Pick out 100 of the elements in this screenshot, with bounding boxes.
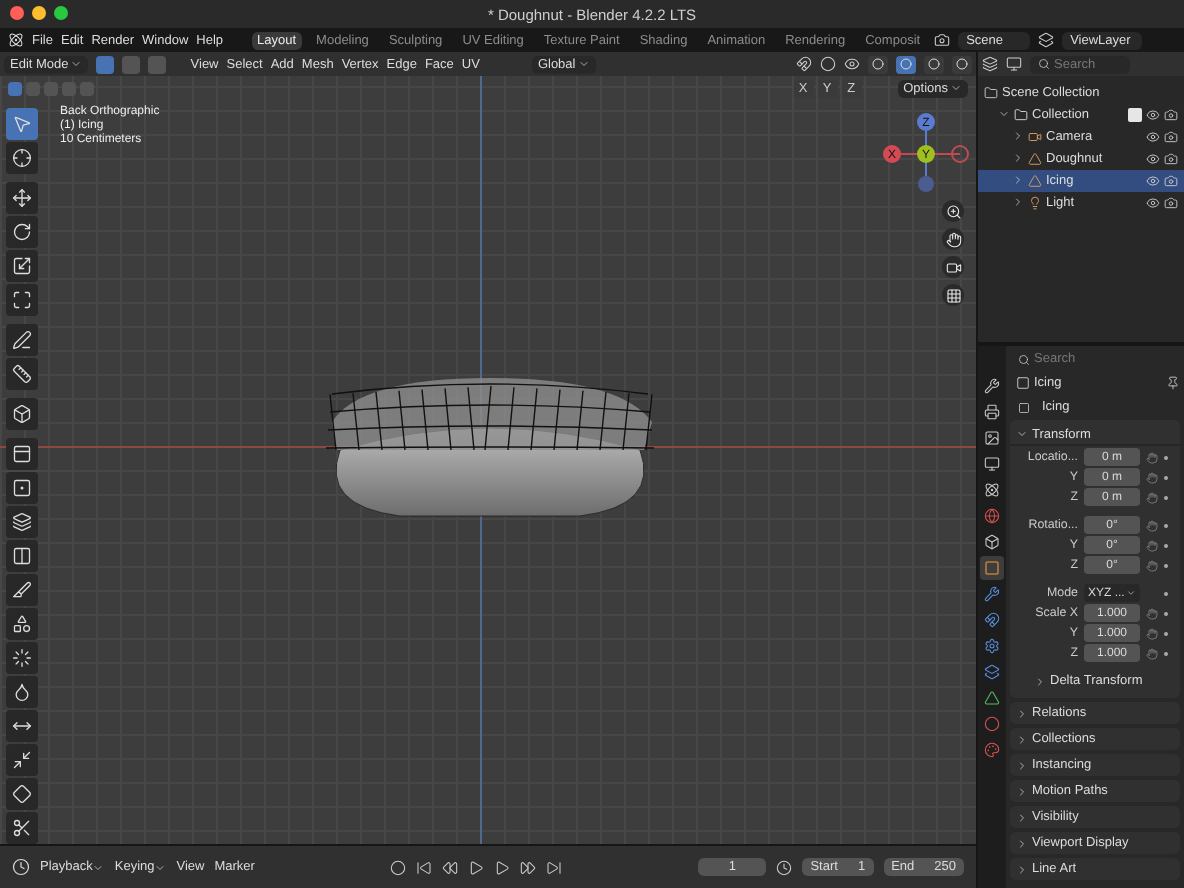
tool-button[interactable] xyxy=(6,398,38,430)
chevron-down-icon xyxy=(154,861,167,873)
camera-view-button[interactable] xyxy=(942,256,964,278)
tool-button[interactable] xyxy=(6,608,38,640)
properties-tab[interactable] xyxy=(980,712,1004,736)
transform-icon xyxy=(12,290,32,310)
data-icon xyxy=(984,690,1000,706)
display-mode-icon xyxy=(982,56,998,72)
tool-button[interactable] xyxy=(6,358,38,390)
tool-button[interactable] xyxy=(6,324,38,356)
properties-tab[interactable] xyxy=(980,530,1004,554)
chevron-icon xyxy=(1016,428,1028,440)
tool-button[interactable] xyxy=(6,540,38,572)
zoom-icon xyxy=(945,203,961,219)
shading-button[interactable] xyxy=(896,55,916,73)
zoom-button[interactable] xyxy=(942,200,964,222)
collection-icon xyxy=(984,86,998,100)
window-minimize-button[interactable] xyxy=(32,6,46,20)
properties-tab[interactable] xyxy=(980,738,1004,762)
stopwatch-icon xyxy=(776,859,793,875)
smooth-icon xyxy=(12,682,32,702)
poly-build-icon xyxy=(12,614,32,634)
properties-tab[interactable] xyxy=(980,582,1004,606)
tool-button[interactable] xyxy=(6,284,38,316)
properties-tab[interactable] xyxy=(980,608,1004,632)
properties-tab[interactable] xyxy=(980,426,1004,450)
shear-icon xyxy=(12,784,32,804)
window-close-button[interactable] xyxy=(10,6,24,20)
tool-button[interactable] xyxy=(6,250,38,282)
tool-button[interactable] xyxy=(6,438,38,470)
tool-icon xyxy=(984,378,1000,394)
tool-button[interactable] xyxy=(6,812,38,844)
tool-button[interactable] xyxy=(6,778,38,810)
snap-icon xyxy=(796,56,812,72)
output-icon xyxy=(984,430,1000,446)
scale-icon xyxy=(12,256,32,276)
properties-tab[interactable] xyxy=(980,400,1004,424)
crosshair-icon xyxy=(12,148,32,168)
tool-button[interactable] xyxy=(6,472,38,504)
select-mode-button[interactable] xyxy=(96,55,115,73)
shading-button[interactable] xyxy=(952,55,972,73)
chevron-down-icon xyxy=(998,107,1010,119)
collection-icon xyxy=(984,534,1000,550)
properties-tab[interactable] xyxy=(980,478,1004,502)
pin-icon xyxy=(1166,376,1180,390)
move-icon xyxy=(12,188,32,208)
tool-button[interactable] xyxy=(6,744,38,776)
tool-button[interactable] xyxy=(6,142,38,174)
tool-button[interactable] xyxy=(6,710,38,742)
chevron-icon xyxy=(1034,675,1046,687)
render-camera-icon xyxy=(1164,108,1178,122)
jump-end-icon xyxy=(546,859,563,875)
properties-tab[interactable] xyxy=(980,686,1004,710)
properties-tab[interactable] xyxy=(980,634,1004,658)
tool-button[interactable] xyxy=(6,676,38,708)
properties-tab[interactable] xyxy=(980,452,1004,476)
proportional-edit-icon xyxy=(820,56,836,72)
chevron-down-icon xyxy=(92,861,105,873)
eye-icon xyxy=(1146,196,1160,210)
projection-button[interactable] xyxy=(942,284,964,306)
render-camera-icon xyxy=(1164,130,1178,144)
properties-tab[interactable] xyxy=(980,374,1004,398)
knife-icon xyxy=(12,580,32,600)
chevron-icon xyxy=(1016,837,1028,849)
chevron-icon xyxy=(1016,785,1028,797)
play-icon xyxy=(494,859,511,875)
chevron-icon xyxy=(1016,811,1028,823)
physics-icon xyxy=(984,638,1000,654)
render-camera-icon xyxy=(1164,152,1178,166)
properties-tab[interactable] xyxy=(980,660,1004,684)
eye-icon xyxy=(1146,130,1160,144)
shading-button[interactable] xyxy=(924,55,944,73)
eye-icon xyxy=(1146,174,1160,188)
extrude-icon xyxy=(12,444,32,464)
pen-icon xyxy=(12,330,32,350)
camera-icon xyxy=(1028,130,1042,144)
tool-button[interactable] xyxy=(6,506,38,538)
pan-button[interactable] xyxy=(942,228,964,250)
camera-icon xyxy=(945,259,961,275)
chevron-icon xyxy=(1016,707,1028,719)
shading-button[interactable] xyxy=(868,55,888,73)
chevron-down-icon xyxy=(950,82,962,94)
object-icon xyxy=(984,560,1000,576)
shrink-icon xyxy=(12,750,32,770)
tool-button[interactable] xyxy=(6,182,38,214)
window-zoom-button[interactable] xyxy=(54,6,68,20)
collection-icon xyxy=(1014,108,1028,122)
next-key-icon xyxy=(520,859,537,875)
world-icon xyxy=(984,508,1000,524)
tool-button[interactable] xyxy=(6,642,38,674)
tool-button[interactable] xyxy=(6,216,38,248)
grid-icon xyxy=(945,287,961,303)
chevron-down-icon xyxy=(577,58,590,70)
modifier-icon xyxy=(984,586,1000,602)
rotate-icon xyxy=(12,222,32,242)
previous-key-icon xyxy=(442,859,459,875)
tool-button[interactable] xyxy=(6,574,38,606)
cube-icon xyxy=(12,404,32,424)
checkbox[interactable] xyxy=(1128,108,1142,122)
cursor-icon xyxy=(12,114,32,134)
